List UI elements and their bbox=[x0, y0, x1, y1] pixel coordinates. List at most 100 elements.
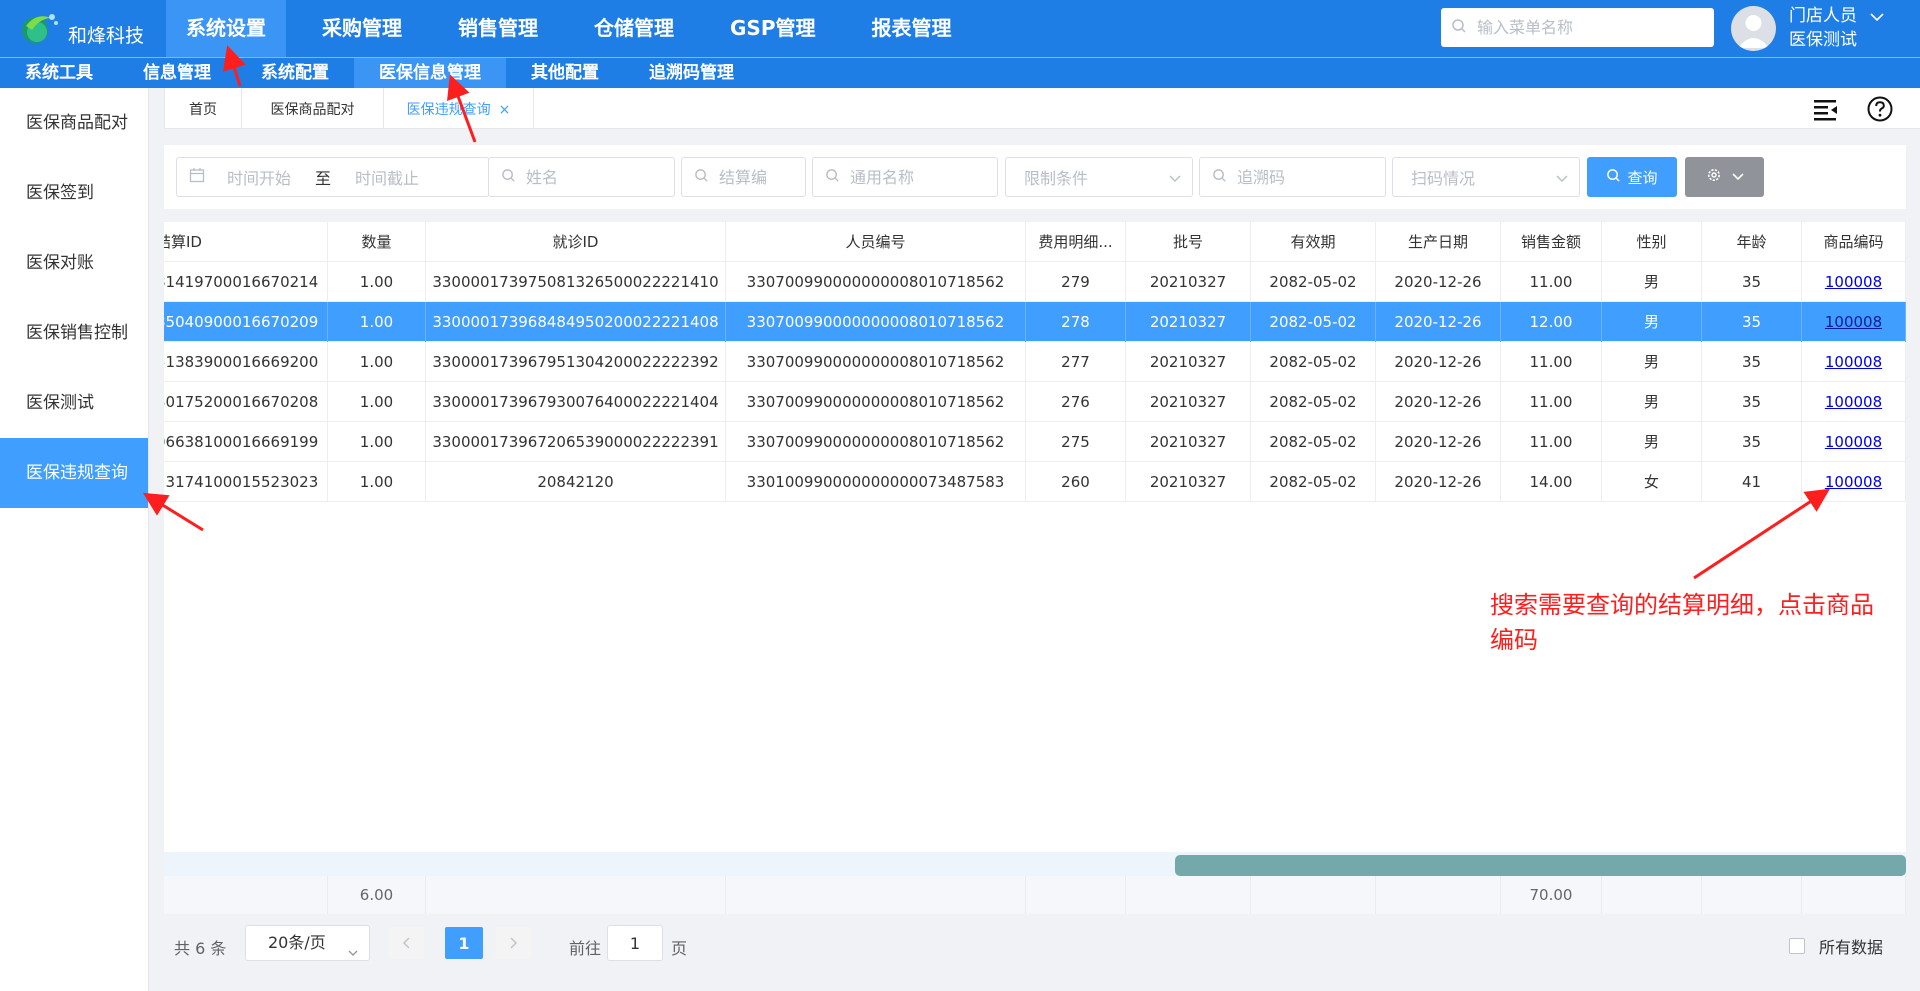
trace-code-field[interactable] bbox=[1199, 157, 1386, 197]
tab-product-match[interactable]: 医保商品配对 bbox=[242, 88, 384, 129]
topnav-item-purchase[interactable]: 采购管理 bbox=[302, 0, 422, 57]
topnav-item-reports[interactable]: 报表管理 bbox=[851, 0, 971, 57]
header-col-batch[interactable]: 批号 bbox=[1126, 222, 1251, 262]
cell-age: 35 bbox=[1702, 382, 1802, 422]
product-code-link[interactable]: 100008 bbox=[1825, 473, 1882, 491]
topnav-item-system-settings[interactable]: 系统设置 bbox=[166, 0, 286, 57]
product-code-link[interactable]: 100008 bbox=[1825, 433, 1882, 451]
header-col-production-date[interactable]: 生产日期 bbox=[1376, 222, 1501, 262]
product-code-link[interactable]: 100008 bbox=[1825, 313, 1882, 331]
header-col-age[interactable]: 年龄 bbox=[1702, 222, 1802, 262]
tab-home[interactable]: 首页 bbox=[164, 88, 242, 129]
cell-fee-detail: 275 bbox=[1026, 422, 1126, 462]
cell-gender: 女 bbox=[1602, 462, 1702, 502]
sub-nav: 系统工具 信息管理 系统配置 医保信息管理 其他配置 追溯码管理 bbox=[0, 57, 1920, 88]
date-range-picker[interactable]: 时间开始 至 时间截止 bbox=[176, 157, 489, 197]
subnav-item-info-management[interactable]: 信息管理 bbox=[118, 58, 236, 88]
header-col-person-no[interactable]: 人员编号 bbox=[726, 222, 1026, 262]
scan-status-select[interactable]: 扫码情况 bbox=[1392, 157, 1580, 197]
sidebar-item-product-match[interactable]: 医保商品配对 bbox=[0, 88, 148, 158]
menu-search-input[interactable] bbox=[1475, 17, 1695, 38]
topnav-item-sales[interactable]: 销售管理 bbox=[438, 0, 558, 57]
subnav-item-system-tools[interactable]: 系统工具 bbox=[0, 58, 118, 88]
all-data-label: 所有数据 bbox=[1819, 938, 1884, 957]
table-row[interactable]: 51383900016669200 1.00 3300001739679513042… bbox=[164, 342, 1906, 382]
help-icon[interactable] bbox=[1865, 94, 1895, 124]
query-button[interactable]: 查询 bbox=[1587, 157, 1677, 197]
product-code-link[interactable]: 100008 bbox=[1825, 353, 1882, 371]
limit-condition-select[interactable]: 限制条件 bbox=[1005, 157, 1193, 197]
generic-name-field[interactable] bbox=[812, 157, 998, 197]
chevron-down-icon[interactable] bbox=[1870, 8, 1884, 26]
sidebar-item-sales-control[interactable]: 医保销售控制 bbox=[0, 298, 148, 368]
header-col-expiry[interactable]: 有效期 bbox=[1251, 222, 1376, 262]
avatar[interactable] bbox=[1731, 6, 1776, 51]
cell-product-code: 100008 bbox=[1802, 462, 1906, 502]
all-data-checkbox[interactable]: 所有数据 bbox=[1789, 934, 1883, 958]
brand-logo[interactable]: 和烽科技 bbox=[18, 8, 144, 48]
subnav-item-insurance-info[interactable]: 医保信息管理 bbox=[354, 58, 506, 88]
product-code-link[interactable]: 100008 bbox=[1825, 273, 1882, 291]
table-row[interactable]: 23174100015523023 1.00 20842120 33010099000… bbox=[164, 462, 1906, 502]
cell-product-code: 100008 bbox=[1802, 382, 1906, 422]
cell-batch: 20210327 bbox=[1126, 302, 1251, 342]
page-suffix-label: 页 bbox=[671, 939, 688, 958]
header-col-settle-id[interactable]: 结算ID bbox=[164, 222, 328, 262]
sidebar-item-test[interactable]: 医保测试 bbox=[0, 368, 148, 438]
generic-name-input[interactable] bbox=[848, 166, 968, 188]
table-row[interactable]: 85040900016670209 1.00 3300001739684849502… bbox=[164, 302, 1906, 342]
table-row[interactable]: 30175200016670208 1.00 3300001739679300764… bbox=[164, 382, 1906, 422]
cell-amount: 11.00 bbox=[1501, 342, 1602, 382]
settle-id-field[interactable] bbox=[681, 157, 806, 197]
cell-fee-detail: 276 bbox=[1026, 382, 1126, 422]
sidebar-item-sign-in[interactable]: 医保签到 bbox=[0, 158, 148, 228]
cell-fee-detail: 260 bbox=[1026, 462, 1126, 502]
user-info[interactable]: 门店人员 医保测试 bbox=[1789, 4, 1857, 52]
header-col-gender[interactable]: 性别 bbox=[1602, 222, 1702, 262]
product-code-link[interactable]: 100008 bbox=[1825, 393, 1882, 411]
cell-visit-id: 330000173968484950200022221408 bbox=[426, 302, 726, 342]
horizontal-scrollbar-thumb[interactable] bbox=[1175, 855, 1906, 876]
gear-icon bbox=[1706, 167, 1722, 187]
cell-fee-detail: 279 bbox=[1026, 262, 1126, 302]
chevron-down-icon bbox=[347, 937, 359, 971]
table-row[interactable]: 81419700016670214 1.00 3300001739750813265… bbox=[164, 262, 1906, 302]
subnav-item-system-config[interactable]: 系统配置 bbox=[236, 58, 354, 88]
sidebar-item-violation-query[interactable]: 医保违规查询 bbox=[0, 438, 148, 508]
tab-violation-query[interactable]: 医保违规查询 × bbox=[384, 88, 534, 129]
cell-expiry: 2082-05-02 bbox=[1251, 302, 1376, 342]
date-start-placeholder: 时间开始 bbox=[227, 169, 292, 188]
cell-production-date: 2020-12-26 bbox=[1376, 422, 1501, 462]
topnav-item-warehouse[interactable]: 仓储管理 bbox=[574, 0, 694, 57]
summary-cell bbox=[1126, 876, 1251, 914]
close-icon[interactable]: × bbox=[499, 102, 511, 118]
topnav-item-gsp[interactable]: GSP管理 bbox=[710, 0, 835, 57]
subnav-item-other-config[interactable]: 其他配置 bbox=[506, 58, 624, 88]
name-field[interactable] bbox=[488, 157, 675, 197]
header-col-amount[interactable]: 销售金额 bbox=[1501, 222, 1602, 262]
name-input[interactable] bbox=[524, 166, 644, 188]
page-number-current[interactable]: 1 bbox=[445, 927, 483, 959]
menu-collapse-icon[interactable] bbox=[1811, 94, 1841, 124]
goto-label: 前往 bbox=[569, 939, 602, 958]
header-col-visit-id[interactable]: 就诊ID bbox=[426, 222, 726, 262]
menu-search[interactable] bbox=[1441, 8, 1714, 47]
page-size-select[interactable]: 20条/页 bbox=[245, 925, 370, 961]
subnav-item-trace-code[interactable]: 追溯码管理 bbox=[624, 58, 759, 88]
cell-product-code: 100008 bbox=[1802, 302, 1906, 342]
header-col-fee-detail[interactable]: 费用明细... bbox=[1026, 222, 1126, 262]
next-page-button[interactable] bbox=[495, 927, 531, 959]
header-col-quantity[interactable]: 数量 bbox=[328, 222, 426, 262]
prev-page-button[interactable] bbox=[389, 927, 425, 959]
sidebar-item-reconcile[interactable]: 医保对账 bbox=[0, 228, 148, 298]
settle-id-input[interactable] bbox=[717, 166, 797, 188]
table-empty-area bbox=[164, 502, 1906, 848]
goto-page-input[interactable] bbox=[607, 925, 663, 961]
cell-amount: 12.00 bbox=[1501, 302, 1602, 342]
header-col-product-code[interactable]: 商品编码 bbox=[1802, 222, 1906, 262]
trace-code-input[interactable] bbox=[1235, 166, 1355, 188]
settings-dropdown-button[interactable] bbox=[1685, 157, 1764, 197]
cell-age: 35 bbox=[1702, 302, 1802, 342]
cell-product-code: 100008 bbox=[1802, 422, 1906, 462]
table-row[interactable]: 06638100016669199 1.00 3300001739672065390… bbox=[164, 422, 1906, 462]
